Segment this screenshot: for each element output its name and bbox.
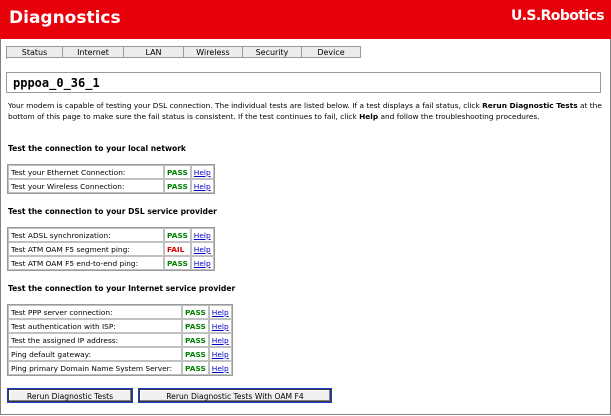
help-cell: Help <box>208 305 232 319</box>
intro-text: Your modem is capable of testing your DS… <box>8 100 606 122</box>
table-row: Ping default gateway: PASS Help <box>8 347 232 361</box>
test-label: Test the assigned IP address: <box>8 333 182 347</box>
intro-help-label: Help <box>359 112 379 121</box>
tab-internet[interactable]: Internet <box>63 46 124 58</box>
help-cell: Help <box>190 242 214 256</box>
test-label: Ping default gateway: <box>8 347 182 361</box>
table-row: Test your Ethernet Connection: PASS Help <box>8 165 214 179</box>
table-row: Test ATM OAM F5 segment ping: FAIL Help <box>8 242 214 256</box>
help-cell: Help <box>208 347 232 361</box>
connection-name-box: pppoa_0_36_1 <box>6 72 601 93</box>
section-title-dsl-provider: Test the connection to your DSL service … <box>8 207 217 216</box>
test-status: FAIL <box>164 242 191 256</box>
help-link[interactable]: Help <box>194 168 211 177</box>
test-label: Ping primary Domain Name System Server: <box>8 361 182 375</box>
tests-table-dsl-provider: Test ADSL synchronization: PASS Help Tes… <box>7 227 215 271</box>
tab-status[interactable]: Status <box>7 46 63 58</box>
test-status: PASS <box>164 165 191 179</box>
table-row: Test PPP server connection: PASS Help <box>8 305 232 319</box>
intro-part1: Your modem is capable of testing your DS… <box>8 101 483 110</box>
help-link[interactable]: Help <box>212 364 229 373</box>
usrobotics-logo: U.S.Robotics <box>510 8 605 24</box>
help-link[interactable]: Help <box>212 308 229 317</box>
help-link[interactable]: Help <box>212 336 229 345</box>
test-label: Test PPP server connection: <box>8 305 182 319</box>
test-status: PASS <box>182 305 209 319</box>
help-cell: Help <box>208 333 232 347</box>
table-row: Ping primary Domain Name System Server: … <box>8 361 232 375</box>
intro-rerun-label: Rerun Diagnostic Tests <box>482 101 578 110</box>
table-row: Test the assigned IP address: PASS Help <box>8 333 232 347</box>
tab-wireless[interactable]: Wireless <box>184 46 243 58</box>
help-link[interactable]: Help <box>194 182 211 191</box>
test-label: Test authentication with ISP: <box>8 319 182 333</box>
tests-table-local-network: Test your Ethernet Connection: PASS Help… <box>7 164 215 194</box>
help-link[interactable]: Help <box>194 231 211 240</box>
section-title-local-network: Test the connection to your local networ… <box>8 144 186 153</box>
page-header: Diagnostics U.S.Robotics <box>0 0 611 39</box>
table-row: Test ADSL synchronization: PASS Help <box>8 228 214 242</box>
test-status: PASS <box>164 228 191 242</box>
test-status: PASS <box>182 347 209 361</box>
help-link[interactable]: Help <box>212 322 229 331</box>
test-label: Test your Wireless Connection: <box>8 179 164 193</box>
help-cell: Help <box>190 179 214 193</box>
test-status: PASS <box>182 361 209 375</box>
help-cell: Help <box>190 165 214 179</box>
table-row: Test authentication with ISP: PASS Help <box>8 319 232 333</box>
test-status: PASS <box>182 333 209 347</box>
table-row: Test ATM OAM F5 end-to-end ping: PASS He… <box>8 256 214 270</box>
help-link[interactable]: Help <box>194 245 211 254</box>
nav-tabs: Status Internet LAN Wireless Security De… <box>6 46 361 59</box>
tab-lan[interactable]: LAN <box>124 46 184 58</box>
rerun-diagnostic-tests-oam-f4-button[interactable]: Rerun Diagnostic Tests With OAM F4 <box>138 388 332 403</box>
test-label: Test ADSL synchronization: <box>8 228 164 242</box>
help-cell: Help <box>208 319 232 333</box>
rerun-diagnostic-tests-button[interactable]: Rerun Diagnostic Tests <box>7 388 133 403</box>
test-status: PASS <box>182 319 209 333</box>
test-label: Test ATM OAM F5 segment ping: <box>8 242 164 256</box>
intro-part3: and follow the troubleshooting procedure… <box>378 112 540 121</box>
section-title-internet-provider: Test the connection to your Internet ser… <box>8 284 236 293</box>
test-label: Test your Ethernet Connection: <box>8 165 164 179</box>
page-title: Diagnostics <box>9 8 121 28</box>
table-row: Test your Wireless Connection: PASS Help <box>8 179 214 193</box>
test-label: Test ATM OAM F5 end-to-end ping: <box>8 256 164 270</box>
tab-device[interactable]: Device <box>302 46 361 58</box>
help-link[interactable]: Help <box>194 259 211 268</box>
help-cell: Help <box>208 361 232 375</box>
test-status: PASS <box>164 256 191 270</box>
help-link[interactable]: Help <box>212 350 229 359</box>
test-status: PASS <box>164 179 191 193</box>
help-cell: Help <box>190 256 214 270</box>
tests-table-internet-provider: Test PPP server connection: PASS Help Te… <box>7 304 233 376</box>
help-cell: Help <box>190 228 214 242</box>
connection-name: pppoa_0_36_1 <box>13 76 100 90</box>
tab-security[interactable]: Security <box>243 46 302 58</box>
